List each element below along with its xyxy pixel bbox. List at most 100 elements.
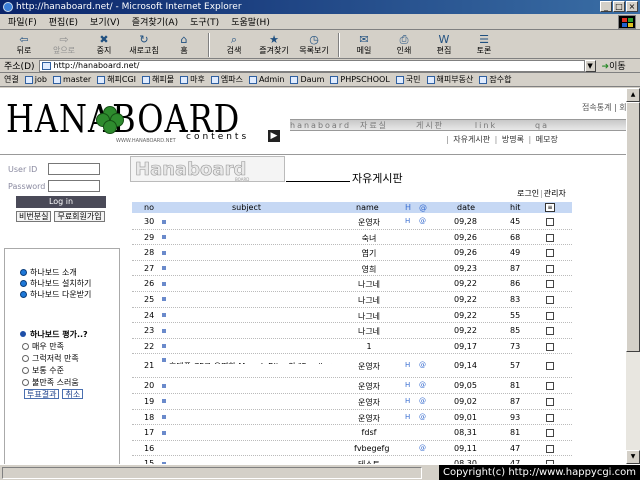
row-author[interactable]: 운영자 [354, 413, 384, 424]
row-subject-link[interactable]: 111 [162, 342, 169, 351]
toolbar-button-favorites[interactable]: ★ 즐겨찾기 [256, 31, 292, 58]
link-item[interactable]: 해피CGI [97, 74, 136, 85]
side-menu-item[interactable]: 하나보드 설치하기 [20, 278, 91, 289]
maximize-button[interactable]: □ [613, 1, 625, 12]
homepage-icon[interactable]: H [405, 361, 410, 369]
menu-edit[interactable]: 편집(E) [49, 15, 78, 28]
link-item[interactable]: 해피부동산 [426, 74, 473, 85]
row-checkbox[interactable] [546, 280, 554, 289]
address-input[interactable]: http://hanaboard.net/ [38, 59, 585, 72]
top-right-links[interactable]: 접속통계 | 회원 [582, 102, 626, 113]
contents-arrow-icon[interactable]: ▶ [268, 130, 280, 142]
toolbar-button-refresh[interactable]: ↻ 새로고침 [126, 31, 162, 58]
row-author[interactable]: 영희 [354, 264, 384, 275]
email-icon[interactable]: @ [419, 413, 426, 421]
homepage-icon[interactable]: H [405, 413, 410, 421]
row-checkbox[interactable] [546, 327, 554, 336]
password-input[interactable] [48, 180, 100, 192]
row-subject-link[interactable]: fdsfds [162, 428, 169, 437]
row-author[interactable]: 나그네 [354, 295, 384, 306]
row-subject-link[interactable]: 아빠의 만원 [162, 264, 169, 273]
toolbar-button-search[interactable]: ⌕ 검색 [216, 31, 252, 58]
row-checkbox[interactable] [546, 413, 554, 422]
email-icon[interactable]: @ [419, 217, 426, 225]
menu-favorites[interactable]: 즐겨찾기(A) [132, 15, 178, 28]
scroll-down-button[interactable]: ▼ [626, 450, 640, 464]
row-author[interactable]: fvbegefg [354, 444, 389, 453]
link-item[interactable]: 잡수합 [479, 74, 511, 85]
address-dropdown-button[interactable]: ▼ [584, 59, 596, 72]
link-item[interactable]: PHPSCHOOL [330, 75, 390, 84]
row-subject-link[interactable]: 우리나라는 엽기종족 [162, 326, 169, 335]
link-item[interactable]: master [52, 75, 91, 84]
radio-icon[interactable] [22, 342, 29, 350]
link-item[interactable]: job [24, 75, 47, 84]
row-checkbox[interactable] [546, 342, 554, 351]
site-logo[interactable]: HANABOARD WWW.HANABOARD.NET [6, 92, 239, 148]
radio-icon[interactable] [22, 366, 29, 374]
toolbar-button-forward-arrow[interactable]: ⇨ 앞으로 [46, 31, 82, 58]
email-icon[interactable]: @ [419, 444, 426, 452]
email-icon[interactable]: @ [419, 361, 426, 369]
row-subject-link[interactable]: 김경호 - 아버지 [1] [162, 381, 169, 390]
go-button[interactable]: ➜이동 [602, 59, 626, 72]
row-checkbox[interactable] [546, 311, 554, 320]
side-menu-item[interactable]: 하나보드 다운받기 [20, 289, 91, 300]
link-item[interactable]: 엠파스 [210, 74, 243, 85]
find-password-button[interactable]: 비번분실 [16, 211, 52, 222]
row-author[interactable]: 운영자 [354, 361, 384, 372]
nav-qa[interactable]: qa [514, 121, 570, 130]
row-author[interactable]: fdsf [354, 428, 384, 437]
row-subject-link[interactable]: 인생이 코메디라고 느껴질때.. [162, 295, 169, 304]
nav-board[interactable]: 게시판 [402, 120, 458, 131]
toolbar-button-discuss[interactable]: ☰ 토론 [466, 31, 502, 58]
menu-tools[interactable]: 도구(T) [190, 15, 219, 28]
link-item[interactable]: 마후 [180, 74, 205, 85]
email-icon[interactable]: @ [419, 397, 426, 405]
row-subject-link[interactable]: 노래 하나 [162, 413, 169, 422]
homepage-icon[interactable]: H [405, 381, 410, 389]
row-author[interactable]: 숙녀 [354, 233, 384, 244]
scroll-thumb[interactable] [626, 102, 640, 352]
link-item[interactable]: 국민 [395, 74, 421, 85]
poll-result-button[interactable]: 투표결과 [24, 389, 60, 399]
row-checkbox[interactable] [546, 249, 554, 258]
nav-hanaboard[interactable]: hanaboard [290, 121, 349, 130]
link-item[interactable]: Admin [248, 75, 284, 84]
poll-option[interactable]: 보통 수준 [22, 364, 88, 376]
link-item[interactable]: Daum [290, 75, 324, 84]
row-author[interactable]: 나그네 [354, 311, 384, 322]
toolbar-button-history[interactable]: ◷ 목록보기 [296, 31, 332, 58]
poll-option[interactable]: 매우 만족 [22, 340, 88, 352]
menu-file[interactable]: 파일(F) [8, 15, 37, 28]
select-all-icon[interactable]: ≡ [545, 203, 555, 212]
side-menu-item[interactable]: 하나보드 소개 [20, 267, 91, 278]
poll-option[interactable]: 그럭저럭 만족 [22, 352, 88, 364]
radio-icon[interactable] [22, 354, 29, 362]
poll-option[interactable]: 불만족 스러움 [22, 376, 88, 388]
row-author[interactable]: 엽기 [354, 248, 384, 259]
subnav-memo[interactable]: 메모장 [536, 135, 558, 144]
link-item[interactable]: 해피몰 [142, 74, 174, 85]
login-button[interactable]: Log in [16, 196, 106, 208]
row-checkbox[interactable] [546, 382, 554, 391]
nav-link[interactable]: link [458, 121, 514, 130]
toolbar-button-home[interactable]: ⌂ 홈 [166, 31, 202, 58]
toolbar-button-back-arrow[interactable]: ⇦ 뒤로 [6, 31, 42, 58]
radio-icon[interactable] [22, 378, 29, 386]
vertical-scrollbar[interactable]: ▲ ▼ [626, 88, 640, 464]
scroll-up-button[interactable]: ▲ [626, 88, 640, 102]
email-icon[interactable]: @ [419, 381, 426, 389]
board-login-link[interactable]: 로그인 [517, 189, 539, 198]
menu-view[interactable]: 보기(V) [90, 15, 120, 28]
subnav-guestbook[interactable]: 방명록 [502, 135, 524, 144]
row-author[interactable]: 나그네 [354, 279, 384, 290]
row-checkbox[interactable] [546, 264, 554, 273]
homepage-icon[interactable]: H [405, 397, 410, 405]
row-subject-link[interactable]: 사랑 고백 [162, 248, 169, 257]
row-checkbox[interactable] [546, 218, 554, 226]
row-subject-link[interactable]: 처음 처럼 [162, 217, 169, 226]
join-button[interactable]: 무료회원가입 [54, 211, 105, 222]
row-checkbox[interactable] [546, 429, 554, 438]
row-subject-link[interactable]: 휴대폰 CF로 유명한 Mary J. Blige의 "Family Affai… [162, 355, 332, 364]
